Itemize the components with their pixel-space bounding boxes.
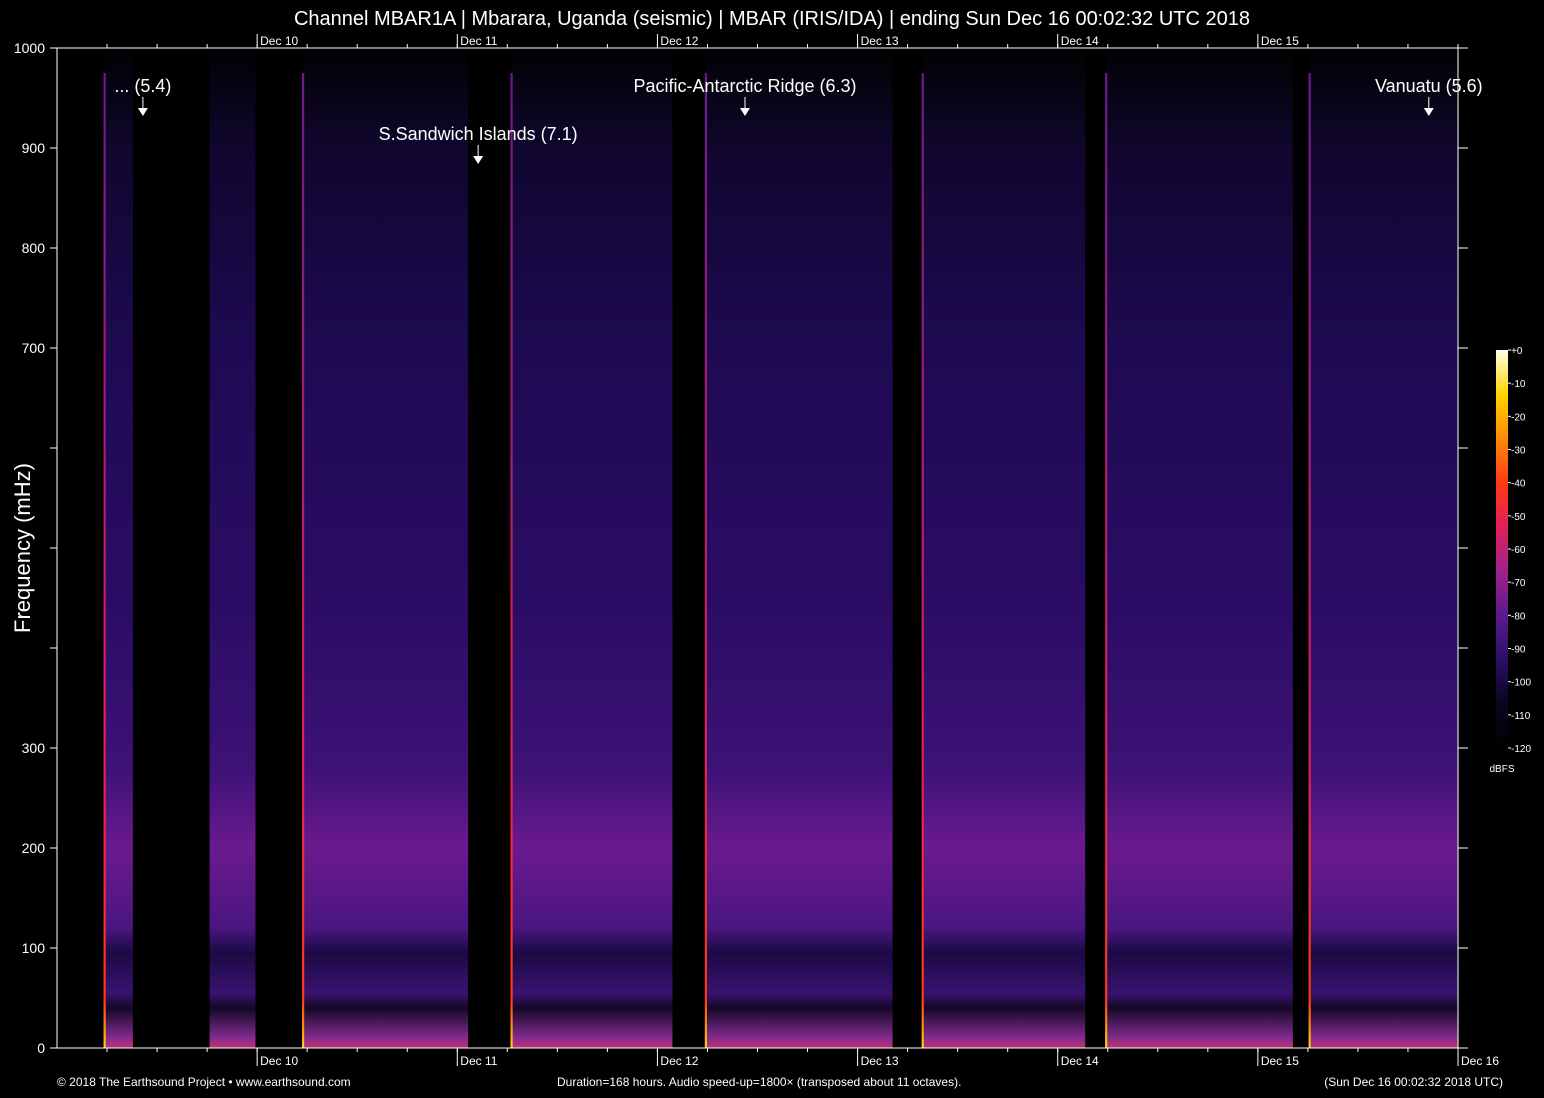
x-tick-label-top: Dec 13 — [861, 34, 899, 48]
broadband-pulse — [302, 73, 305, 1048]
data-gap — [132, 48, 210, 1048]
event-label: Pacific-Antarctic Ridge (6.3) — [633, 76, 856, 96]
y-tick-label: 900 — [22, 140, 46, 156]
colorbar-tick-label: +0 — [1511, 346, 1523, 357]
y-axis-label: Frequency (mHz) — [10, 463, 35, 633]
footer-duration: Duration=168 hours. Audio speed-up=1800×… — [557, 1075, 962, 1089]
data-gap — [1292, 48, 1310, 1048]
footer-end-time: (Sun Dec 16 00:02:32 2018 UTC) — [1324, 1075, 1503, 1089]
x-tick-label-top: Dec 12 — [660, 34, 698, 48]
y-tick-label: 300 — [22, 740, 46, 756]
x-tick-label: Dec 10 — [260, 1054, 298, 1068]
colorbar-unit: dBFS — [1489, 764, 1514, 775]
colorbar-tick-label: -60 — [1511, 545, 1526, 556]
colorbar-tick-label: -50 — [1511, 512, 1526, 523]
y-tick-label: 200 — [22, 840, 46, 856]
colorbar: +0 -10 -20 -30 -40 -50 -60 -70 -80 -90 -100 -110 -12… — [1489, 346, 1531, 775]
event-label: Vanuatu (5.6) — [1375, 76, 1483, 96]
colorbar-bar — [1496, 350, 1508, 748]
broadband-pulse — [921, 73, 924, 1048]
y-tick-label: 700 — [22, 340, 46, 356]
x-tick-label: Dec 14 — [1061, 1054, 1099, 1068]
y-tick-label: 100 — [22, 940, 46, 956]
colorbar-tick-label: -70 — [1511, 578, 1526, 589]
spectrogram-chart: 0 100 200 300 700 800 900 1000 Frequency (mHz) De… — [10, 34, 1531, 1068]
event-label: ... (5.4) — [114, 76, 171, 96]
footer-copyright: © 2018 The Earthsound Project • www.eart… — [57, 1075, 351, 1089]
broadband-pulse — [1308, 73, 1311, 1048]
x-tick-label: Dec 12 — [660, 1054, 698, 1068]
colorbar-tick-label: -30 — [1511, 446, 1526, 457]
data-gap — [672, 48, 706, 1048]
x-tick-label-top: Dec 14 — [1061, 34, 1099, 48]
data-gap — [468, 48, 512, 1048]
colorbar-tick-label: -100 — [1511, 678, 1531, 689]
colorbar-tick-label: -10 — [1511, 379, 1526, 390]
x-tick-label: Dec 11 — [460, 1054, 497, 1068]
x-tick-label: Dec 16 — [1461, 1054, 1499, 1068]
colorbar-tick-label: -90 — [1511, 645, 1526, 656]
broadband-pulse — [1105, 73, 1108, 1048]
colorbar-tick-label: -40 — [1511, 479, 1526, 490]
data-gap — [892, 48, 923, 1048]
data-gap — [57, 48, 105, 1048]
y-tick-label: 800 — [22, 240, 46, 256]
y-tick-label: 0 — [37, 1040, 45, 1056]
y-tick-label: 1000 — [14, 40, 45, 56]
event-label: S.Sandwich Islands (7.1) — [379, 124, 578, 144]
x-tick-label-top: Dec 10 — [260, 34, 298, 48]
colorbar-tick-label: -110 — [1511, 711, 1531, 722]
x-tick-label-top: Dec 15 — [1261, 34, 1299, 48]
x-tick-label: Dec 15 — [1261, 1054, 1299, 1068]
broadband-pulse — [103, 73, 106, 1048]
colorbar-tick-label: -20 — [1511, 412, 1526, 423]
data-gap — [255, 48, 304, 1048]
colorbar-tick-label: -80 — [1511, 611, 1526, 622]
x-tick-label: Dec 13 — [861, 1054, 899, 1068]
x-tick-label-top: Dec 11 — [460, 34, 497, 48]
data-gap — [1085, 48, 1107, 1048]
colorbar-tick-label: -120 — [1511, 744, 1531, 755]
broadband-pulse — [510, 73, 513, 1048]
broadband-pulse — [704, 73, 707, 1048]
